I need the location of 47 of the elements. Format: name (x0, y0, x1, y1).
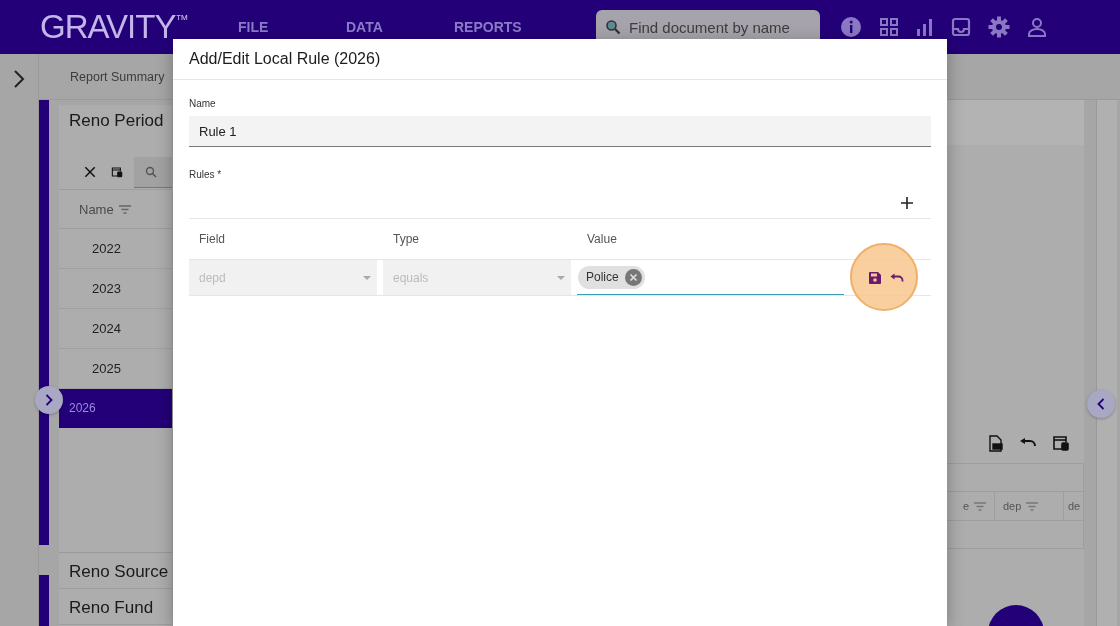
field-label: Name (189, 98, 217, 109)
window-icon[interactable] (1052, 434, 1070, 452)
filter-icon (118, 204, 131, 214)
dialog-title: Add/Edit Local Rule (2026) (173, 39, 947, 80)
filter-icon (974, 501, 986, 511)
dropdown-icon (363, 275, 371, 280)
inbox-icon[interactable] (951, 17, 971, 37)
user-icon[interactable] (1027, 17, 1047, 37)
search-icon (605, 19, 621, 35)
chevron-left-icon (1097, 398, 1105, 410)
column-header[interactable]: Name (59, 190, 172, 229)
chevron-right-icon (45, 394, 53, 406)
chevron-right-icon[interactable] (13, 69, 25, 89)
settings-icon[interactable] (988, 16, 1010, 38)
bar-chart-icon[interactable] (916, 17, 934, 37)
table-row[interactable]: 2024 (59, 309, 172, 349)
table-row[interactable]: 2023 (59, 269, 172, 309)
expand-button[interactable] (35, 386, 63, 414)
section-header[interactable]: Reno Fund (59, 589, 172, 625)
collapse-button[interactable] (1087, 390, 1115, 418)
menu-item[interactable]: REPORTS (454, 19, 562, 35)
undo-icon[interactable] (1019, 437, 1037, 449)
menu-item[interactable]: DATA (346, 19, 454, 35)
scrollbar[interactable] (1096, 100, 1117, 626)
section-header[interactable]: Reno Source (59, 553, 172, 589)
breadcrumb[interactable]: Report Summary (70, 69, 165, 84)
search-field[interactable] (134, 156, 172, 188)
column-header: Value (586, 232, 618, 246)
filter-icon (1026, 501, 1039, 511)
remove-icon[interactable] (624, 268, 642, 286)
column-header[interactable]: de (1064, 492, 1083, 520)
column-header: Type (392, 232, 420, 246)
menu-item[interactable]: FILE (238, 19, 346, 35)
add-icon[interactable] (901, 197, 913, 209)
table-row[interactable]: 2022 (59, 229, 172, 269)
document-icon[interactable] (988, 434, 1004, 452)
table-row[interactable]: 2026 (59, 389, 172, 428)
accent-bar (39, 575, 49, 626)
search-icon (145, 165, 158, 178)
undo-icon[interactable] (890, 272, 904, 283)
field-label: Rules * (189, 169, 223, 180)
column-header: Field (198, 232, 226, 246)
panel-title: Reno Period (68, 110, 165, 132)
dropdown-icon (557, 275, 565, 280)
info-icon[interactable] (840, 16, 862, 38)
column-header[interactable]: dep (995, 492, 1064, 520)
grid-icon[interactable] (879, 17, 899, 37)
